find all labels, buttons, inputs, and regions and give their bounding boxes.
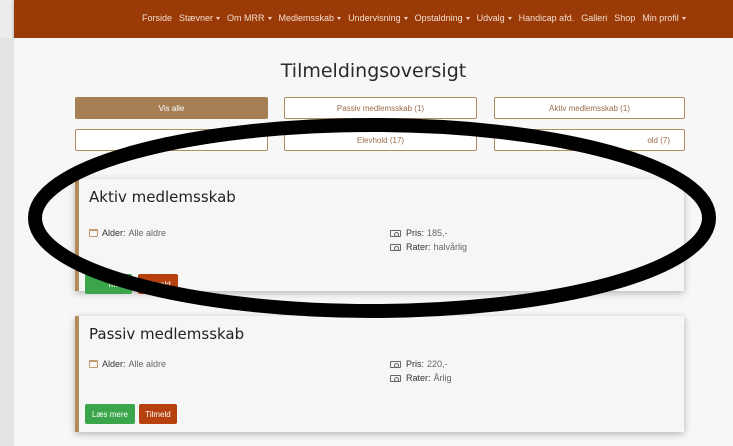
filter-active-button[interactable]: Aktiv medlemsskab (1) xyxy=(494,97,685,119)
filter-student-button[interactable]: Elevhold (17) xyxy=(284,129,477,151)
signup-button[interactable]: Tilmeld xyxy=(138,274,178,294)
nav-item-forside[interactable]: Forside xyxy=(142,13,172,23)
nav-item-stævner[interactable]: Stævner xyxy=(179,13,221,23)
membership-card-passive: Passiv medlemsskab Alder: Alle aldre Pri… xyxy=(75,316,684,432)
age-label: Alder: xyxy=(102,228,126,238)
caret-down-icon xyxy=(337,16,342,20)
nav-item-label: Undervisning xyxy=(348,13,401,23)
filter-passive-button[interactable]: Passiv medlemsskab (1) xyxy=(284,97,477,119)
rate-field: Rater: Årlig xyxy=(390,373,452,383)
page-title: Tilmeldingsoversigt xyxy=(280,60,467,82)
nav-item-shop[interactable]: Shop xyxy=(614,13,635,23)
age-value: Alle aldre xyxy=(128,228,167,238)
rate-field: Rater: halvårlig xyxy=(390,242,467,252)
money-icon xyxy=(390,374,401,382)
nav-item-label: Om MRR xyxy=(227,13,265,23)
filter-private-button[interactable]: Priv xyxy=(75,129,268,151)
nav-item-om-mrr[interactable]: Om MRR xyxy=(227,13,272,23)
money-icon xyxy=(390,243,401,251)
read-more-button[interactable]: Læs mere xyxy=(85,404,135,424)
price-label: Pris: xyxy=(406,228,424,238)
nav-item-label: Shop xyxy=(614,13,636,23)
nav-item-min-profil[interactable]: Min profil xyxy=(642,13,686,23)
rate-label: Rater: xyxy=(406,373,431,383)
membership-card-active: Aktiv medlemsskab Alder: Alle aldre Pris… xyxy=(75,179,684,294)
filter-show-all-button[interactable]: Vis alle xyxy=(75,97,268,119)
nav-item-label: Galleri xyxy=(581,13,608,23)
age-field: Alder: Alle aldre xyxy=(89,228,166,238)
caret-down-icon xyxy=(403,16,408,20)
rate-label: Rater: xyxy=(406,242,431,252)
nav-item-undervisning[interactable]: Undervisning xyxy=(348,13,408,23)
main-content: Tilmeldingsoversigt Vis alle Passiv medl… xyxy=(14,38,733,446)
price-value: 185,- xyxy=(427,228,448,238)
nav-item-label: Medlemsskab xyxy=(278,13,335,23)
read-more-button[interactable]: mere xyxy=(85,274,132,294)
nav-item-opstaldning[interactable]: Opstaldning xyxy=(415,13,470,23)
calendar-icon xyxy=(89,229,98,237)
caret-down-icon xyxy=(507,16,512,20)
caret-down-icon xyxy=(216,16,221,20)
nav-item-label: Forside xyxy=(142,13,173,23)
price-field: Pris: 185,- xyxy=(390,228,448,238)
nav-item-galleri[interactable]: Galleri xyxy=(581,13,607,23)
money-icon xyxy=(390,229,401,237)
price-label: Pris: xyxy=(406,359,424,369)
nav-item-label: Opstaldning xyxy=(414,13,463,23)
filter-private-label: Priv xyxy=(164,135,179,145)
read-more-label: mere xyxy=(108,279,127,289)
card-title: Passiv medlemsskab xyxy=(89,325,245,343)
price-field: Pris: 220,- xyxy=(390,359,448,369)
caret-down-icon xyxy=(681,16,686,20)
calendar-icon xyxy=(89,360,98,368)
nav-menu: Forside Stævner Om MRR Medlemsskab Undervisn… xyxy=(142,13,693,23)
filter-other-label: old (7) xyxy=(647,135,670,145)
nav-item-medlemsskab[interactable]: Medlemsskab xyxy=(279,13,342,23)
card-title: Aktiv medlemsskab xyxy=(89,188,236,206)
nav-item-udvalg[interactable]: Udvalg xyxy=(477,13,512,23)
filter-other-button[interactable]: old (7) xyxy=(494,129,685,151)
age-label: Alder: xyxy=(102,359,126,369)
age-field: Alder: Alle aldre xyxy=(89,359,166,369)
rate-value: halvårlig xyxy=(433,242,468,252)
nav-item-label: Udvalg xyxy=(476,13,505,23)
money-icon xyxy=(390,360,401,368)
top-navbar: Forside Stævner Om MRR Medlemsskab Undervisn… xyxy=(14,0,733,38)
rate-value: Årlig xyxy=(433,373,452,383)
signup-button[interactable]: Tilmeld xyxy=(139,404,177,424)
price-value: 220,- xyxy=(427,359,448,369)
nav-item-handicap-afd[interactable]: Handicap afd. xyxy=(519,13,575,23)
nav-item-label: Min profil xyxy=(642,13,679,23)
age-value: Alle aldre xyxy=(128,359,167,369)
nav-item-label: Handicap afd. xyxy=(518,13,575,23)
page-left-edge xyxy=(0,38,14,446)
caret-down-icon xyxy=(267,16,272,20)
caret-down-icon xyxy=(465,16,470,20)
nav-item-label: Stævner xyxy=(179,13,214,23)
